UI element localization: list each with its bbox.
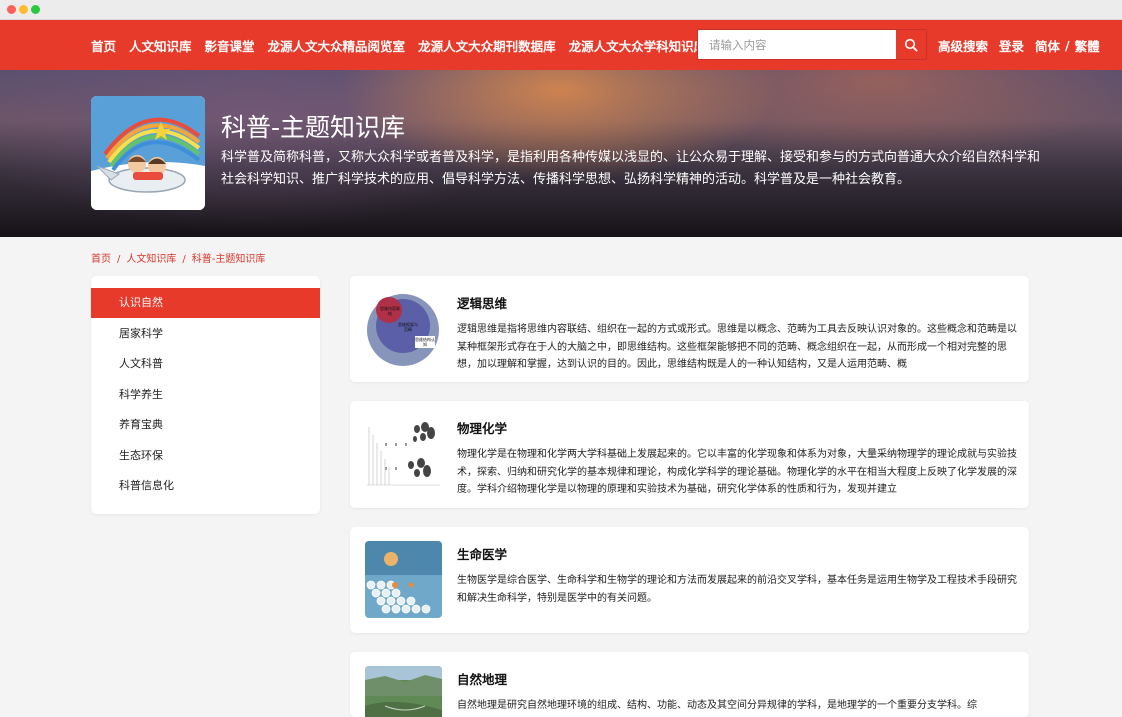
breadcrumb-separator: /: [182, 254, 186, 265]
sidebar-item-ecology[interactable]: 生态环保: [91, 441, 320, 471]
topic-title: 科普-主题知识库: [221, 113, 406, 142]
sidebar-item-home-science[interactable]: 居家科学: [91, 319, 320, 349]
article-card[interactable]: 自然地理 自然地理是研究自然地理环境的组成、结构、功能、动态及其空间分异规律的学…: [350, 652, 1029, 717]
article-summary: 自然地理是研究自然地理环境的组成、结构、功能、动态及其空间分异规律的学科，是地理…: [457, 700, 977, 711]
article-thumbnail[interactable]: [365, 541, 442, 618]
nav-right: 高级搜索 登录 简体 / 繁體: [938, 20, 1100, 70]
article-card[interactable]: 生命医学 生物医学是综合医学、生命科学和生物学的理论和方法而发展起来的前沿交叉学…: [350, 527, 1029, 633]
article-title[interactable]: 逻辑思维: [457, 293, 507, 312]
article-summary: 生物医学是综合医学、生命科学和生物学的理论和方法而发展起来的前沿交叉学科，基本任…: [457, 575, 1017, 604]
diagram-label: 思维框架与范畴: [398, 322, 418, 332]
diagram-label: 思维内容联结: [380, 306, 400, 316]
nav-links: 首页 人文知识库 影音课堂 龙源人文大众精品阅览室 龙源人文大众期刊数据库 龙源…: [91, 20, 719, 70]
window-maximize-dot[interactable]: [31, 5, 40, 14]
breadcrumb-home[interactable]: 首页: [91, 254, 111, 265]
category-sidebar: 认识自然 居家科学 人文科普 科学养生 养育宝典 生态环保 科普信息化: [91, 276, 320, 514]
advanced-search-link[interactable]: 高级搜索: [938, 36, 988, 55]
breadcrumb: 首页 / 人文知识库 / 科普-主题知识库: [91, 250, 265, 265]
article-card[interactable]: 物理化学 物理化学是在物理和化学两大学科基础上发展起来的。它以丰富的化学现象和体…: [350, 401, 1029, 508]
topic-banner: 科普-主题知识库 科学普及简称科普，又称大众科学或者普及科学，是指利用各种传媒以…: [0, 70, 1122, 237]
window-close-dot[interactable]: [7, 5, 16, 14]
sidebar-item-humanities-science[interactable]: 人文科普: [91, 349, 320, 379]
search-box: [697, 29, 927, 60]
search-input[interactable]: [698, 30, 896, 59]
nav-link-humanities-kb[interactable]: 人文知识库: [129, 36, 192, 55]
article-summary: 物理化学是在物理和化学两大学科基础上发展起来的。它以丰富的化学现象和体系为对象，…: [457, 449, 1017, 495]
topic-description: 科学普及简称科普，又称大众科学或者普及科学，是指利用各种传媒以浅显的、让公众易于…: [221, 150, 1041, 187]
browser-chrome: [0, 0, 1122, 20]
window-minimize-dot[interactable]: [19, 5, 28, 14]
article-thumbnail[interactable]: [365, 415, 442, 492]
lang-separator: /: [1065, 37, 1070, 53]
sidebar-item-health[interactable]: 科学养生: [91, 380, 320, 410]
breadcrumb-current: 科普-主题知识库: [191, 254, 266, 265]
article-title[interactable]: 生命医学: [457, 544, 507, 563]
diagram-label: 思维结构认知: [415, 337, 435, 347]
sidebar-item-informatization[interactable]: 科普信息化: [91, 471, 320, 501]
lang-traditional-link[interactable]: 繁體: [1075, 36, 1100, 55]
search-button[interactable]: [895, 30, 926, 59]
lang-simplified-link[interactable]: 简体: [1035, 36, 1060, 55]
article-title[interactable]: 物理化学: [457, 418, 507, 437]
login-link[interactable]: 登录: [999, 36, 1024, 55]
nav-link-reading-room[interactable]: 龙源人文大众精品阅览室: [268, 36, 406, 55]
article-summary: 逻辑思维是指将思维内容联结、组织在一起的方式或形式。思维是以概念、范畴为工具去反…: [457, 324, 1017, 370]
nav-link-video-class[interactable]: 影音课堂: [205, 36, 255, 55]
breadcrumb-separator: /: [117, 254, 121, 265]
article-thumbnail[interactable]: 思维内容联结 思维框架与范畴 思维结构认知: [365, 290, 442, 367]
article-card[interactable]: 思维内容联结 思维框架与范畴 思维结构认知 逻辑思维 逻辑思维是指将思维内容联结…: [350, 276, 1029, 382]
article-thumbnail[interactable]: [365, 666, 442, 717]
nav-link-subject-kb[interactable]: 龙源人文大众学科知识库: [569, 36, 707, 55]
breadcrumb-humanities-kb[interactable]: 人文知识库: [126, 254, 176, 265]
article-title[interactable]: 自然地理: [457, 669, 507, 688]
sidebar-item-parenting[interactable]: 养育宝典: [91, 410, 320, 440]
top-navbar: 首页 人文知识库 影音课堂 龙源人文大众精品阅览室 龙源人文大众期刊数据库 龙源…: [0, 20, 1122, 70]
sidebar-item-know-nature[interactable]: 认识自然: [91, 288, 320, 318]
nav-link-journal-db[interactable]: 龙源人文大众期刊数据库: [418, 36, 556, 55]
search-icon: [904, 38, 918, 52]
topic-cover-image: [91, 96, 205, 210]
nav-link-home[interactable]: 首页: [91, 36, 116, 55]
